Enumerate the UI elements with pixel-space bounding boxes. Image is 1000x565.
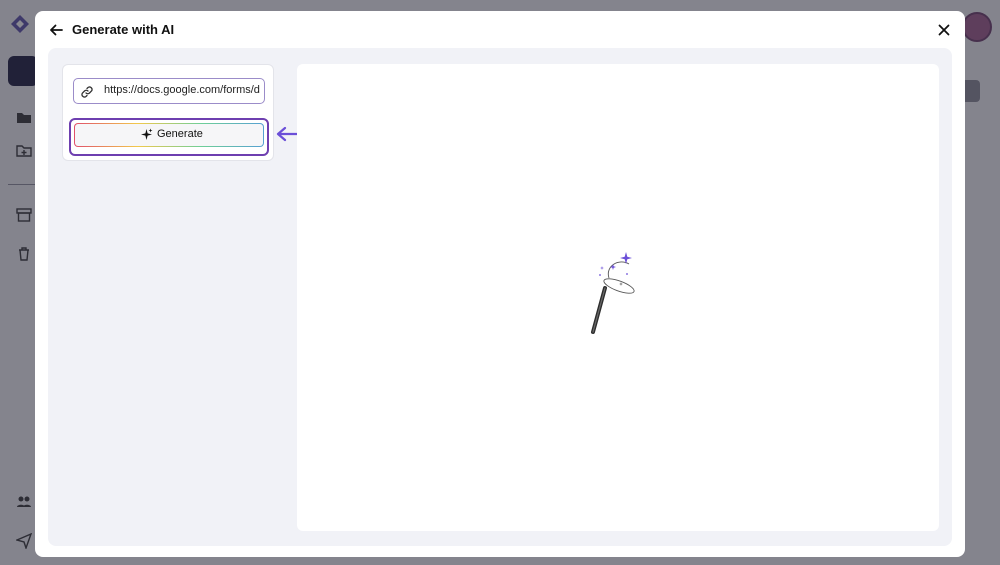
link-icon — [81, 86, 93, 98]
generate-button-highlight: Generate — [69, 118, 269, 156]
magic-wand-icon — [591, 252, 635, 334]
generate-form-card: https://docs.google.com/forms/d/e Genera… — [62, 64, 274, 161]
generate-button-content: Generate — [75, 124, 263, 146]
close-icon[interactable] — [935, 21, 953, 39]
modal-header: Generate with AI — [35, 11, 965, 47]
modal-title: Generate with AI — [72, 22, 175, 37]
generate-button-label: Generate — [157, 128, 203, 140]
generate-button[interactable]: Generate — [74, 123, 264, 147]
url-input-value[interactable]: https://docs.google.com/forms/d/e — [104, 84, 260, 100]
arrow-left-icon[interactable] — [47, 21, 65, 39]
modal-body: https://docs.google.com/forms/d/e Genera… — [48, 48, 952, 546]
preview-panel — [297, 64, 939, 531]
generate-ai-modal: Generate with AI https://docs.google.com… — [35, 11, 965, 557]
url-input[interactable]: https://docs.google.com/forms/d/e — [73, 78, 265, 104]
sparkle-icon — [141, 128, 153, 140]
